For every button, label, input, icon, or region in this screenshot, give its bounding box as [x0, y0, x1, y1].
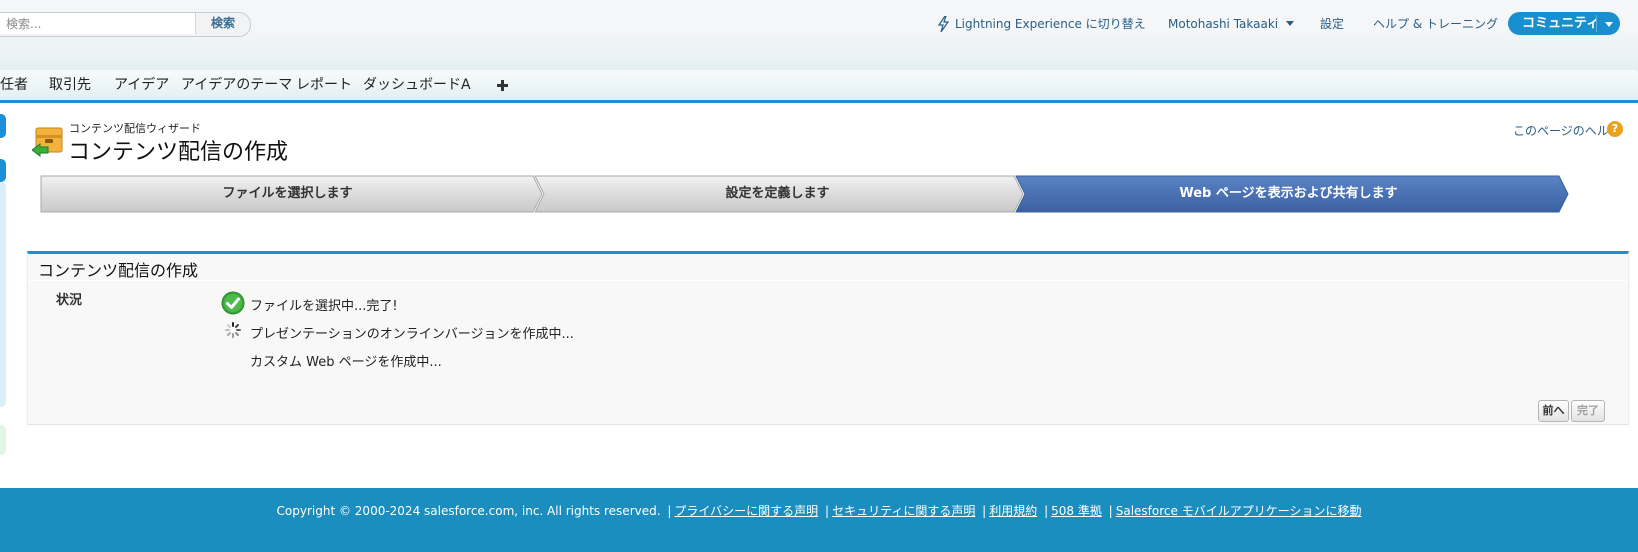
tab-bar: 任者 取引先 アイデア アイデアのテーマ レポート ダッシュボード A: [0, 70, 1638, 103]
finish-button: 完了: [1571, 400, 1605, 422]
terms-link[interactable]: 利用規約: [989, 504, 1037, 518]
copyright: Copyright © 2000-2024 salesforce.com, in…: [276, 504, 661, 518]
setup-link[interactable]: 設定: [1320, 14, 1344, 34]
sidebar-tab[interactable]: [0, 159, 6, 182]
plus-icon[interactable]: [497, 80, 508, 91]
tab-reports[interactable]: レポート: [296, 70, 352, 100]
privacy-link[interactable]: プライバシーに関する声明: [674, 504, 818, 518]
status-line-2: プレゼンテーションのオンラインバージョンを作成中...: [250, 327, 574, 342]
sidebar-toggle[interactable]: [0, 114, 6, 138]
check-icon: [221, 291, 245, 315]
user-name: Motohashi Takaaki: [1168, 17, 1279, 31]
spinner-icon: [225, 322, 241, 338]
status-label: 状況: [56, 293, 83, 308]
section-title: コンテンツ配信の作成: [38, 261, 199, 280]
tab-dashboards[interactable]: ダッシュボード: [363, 70, 461, 100]
tab-ideas[interactable]: アイデア: [114, 70, 169, 100]
chevron-down-icon: [1605, 22, 1613, 27]
step-view-share: Web ページを表示および共有します: [1179, 186, 1398, 201]
footer: Copyright © 2000-2024 salesforce.com, in…: [0, 488, 1638, 552]
security-link[interactable]: セキュリティに関する声明: [832, 504, 975, 518]
lightning-bolt-icon: [938, 16, 949, 32]
mobile-app-link[interactable]: Salesforce モバイルアプリケーションに移動: [1116, 504, 1362, 518]
lightning-experience-link[interactable]: Lightning Experience に切り替え: [955, 14, 1146, 34]
section-divider: [28, 280, 1628, 281]
tab-leads[interactable]: 任者: [0, 70, 28, 100]
community-menu-button[interactable]: コミュニティ: [1508, 12, 1620, 35]
page-help-link[interactable]: このページのヘルプ: [1513, 122, 1621, 139]
user-menu[interactable]: Motohashi Takaaki: [1168, 14, 1295, 34]
help-training-link[interactable]: ヘルプ & トレーニング: [1373, 14, 1498, 34]
sidebar-panel: [0, 182, 6, 407]
section-508-link[interactable]: 508 準拠: [1051, 504, 1102, 518]
chevron-down-icon: [1286, 21, 1295, 26]
help-icon[interactable]: ?: [1607, 121, 1623, 137]
status-line-1: ファイルを選択中...完了!: [250, 299, 398, 314]
content-delivery-icon: [32, 127, 63, 157]
footer-text: Copyright © 2000-2024 salesforce.com, in…: [276, 504, 1362, 518]
wizard-steps: ファイルを選択します 設定を定義します Web ページを表示および共有します: [40, 175, 1570, 213]
status-line-3: カスタム Web ページを作成中...: [250, 355, 442, 370]
page-title: コンテンツ配信の作成: [68, 140, 289, 165]
tab-a[interactable]: A: [461, 70, 471, 100]
previous-button[interactable]: 前へ: [1538, 400, 1569, 422]
tab-idea-themes[interactable]: アイデアのテーマ: [181, 70, 292, 100]
community-button-label: コミュニティ: [1522, 16, 1600, 31]
tab-accounts[interactable]: 取引先: [49, 70, 91, 100]
step-define-settings: 設定を定義します: [725, 186, 830, 201]
step-select-file: ファイルを選択します: [222, 186, 353, 201]
community-button-divider: [1596, 15, 1597, 32]
sidebar-panel-footer: [0, 425, 6, 455]
header-links: Lightning Experience に切り替え Motohashi Tak…: [0, 14, 1638, 34]
